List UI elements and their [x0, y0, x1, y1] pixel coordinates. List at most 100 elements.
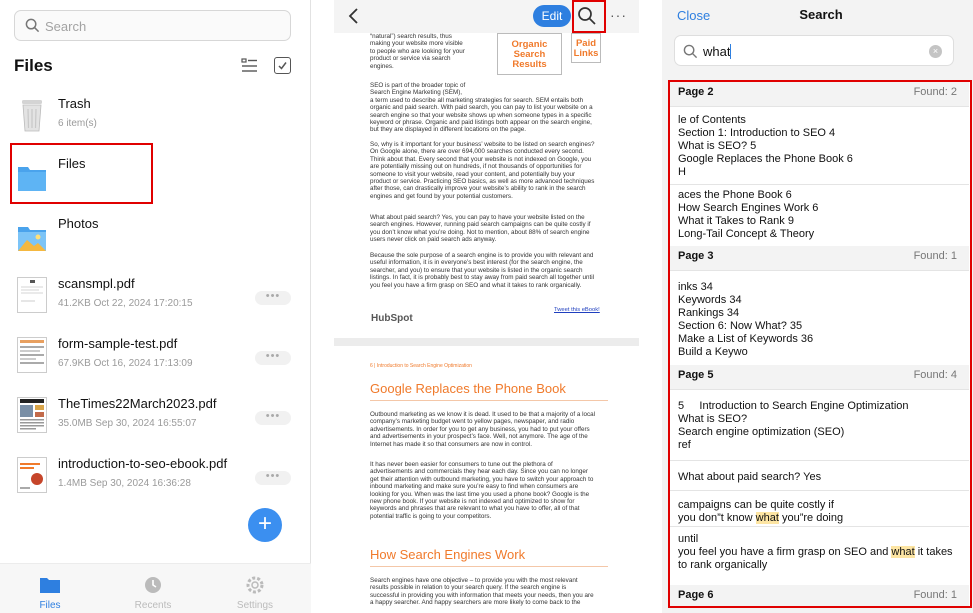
clear-icon[interactable]: ×	[929, 45, 942, 58]
search-icon	[683, 44, 698, 59]
pdf-page-5: “natural”) search results, thus making y…	[334, 33, 639, 338]
page-header: 6 | Introduction to Search Engine Optimi…	[370, 363, 472, 369]
file-name: form-sample-test.pdf	[58, 336, 178, 351]
pdf-thumbnail	[17, 337, 47, 373]
close-button[interactable]: Close	[677, 8, 710, 23]
result-page: Page 6	[678, 589, 714, 601]
file-row-scansmpl[interactable]: scansmpl.pdf 41.2KB Oct 22, 2024 17:20:1…	[0, 267, 311, 327]
divider	[370, 400, 608, 401]
files-panel: Search Files Trash 6 item(s) Files Photo…	[0, 0, 311, 613]
tab-label: Files	[39, 600, 61, 611]
search-icon[interactable]	[577, 6, 597, 26]
search-placeholder: Search	[45, 19, 87, 34]
file-name: Trash	[58, 96, 91, 111]
organic-results-figure: Organic Search Results	[497, 33, 562, 75]
tab-label: Settings	[236, 600, 274, 611]
search-result-item[interactable]: What about paid search? Yes	[670, 460, 969, 490]
page-text: What about paid search? Yes, you can pay…	[370, 214, 591, 244]
photos-folder-icon	[18, 227, 46, 251]
text-caret	[730, 44, 732, 59]
search-hit-highlight: what	[755, 512, 779, 524]
file-row-thetimes[interactable]: TheTimes22March2023.pdf 35.0MB Sep 30, 2…	[0, 387, 311, 447]
file-name: scansmpl.pdf	[58, 276, 135, 291]
clock-icon	[145, 577, 161, 593]
more-options-button[interactable]: •••	[255, 471, 291, 485]
page-text: Search engines have one objective – to p…	[370, 577, 594, 607]
search-query: what	[703, 44, 732, 59]
add-button[interactable]: +	[248, 508, 282, 542]
result-snippet: inks 34 Keywords 34 Rankings 34 Section …	[678, 281, 814, 358]
trash-can-icon	[22, 100, 42, 132]
document-viewer-panel: Edit ··· “natural”) search results, thus…	[334, 0, 639, 613]
paid-links-figure: Paid Links	[571, 33, 601, 63]
page-text: “natural”) search results, thus making y…	[370, 33, 465, 70]
folder-icon	[40, 578, 60, 593]
file-name: Photos	[58, 216, 99, 231]
file-meta: 6 item(s)	[58, 118, 97, 129]
search-hit-highlight: what	[891, 546, 915, 558]
search-result-item[interactable]: 5 Introduction to Search Engine Optimiza…	[670, 389, 969, 460]
result-group-header: Page 3 Found: 1	[670, 246, 969, 270]
file-row-files[interactable]: Files	[0, 147, 311, 207]
pdf-page-6: 6 | Introduction to Search Engine Optimi…	[334, 346, 639, 613]
result-snippet: aces the Phone Book 6 How Search Engines…	[678, 189, 819, 240]
file-meta: 35.0MB Sep 30, 2024 16:55:07	[58, 418, 197, 429]
tweet-link[interactable]: Tweet this eBook!	[554, 307, 600, 313]
bottom-tab-bar: Files Recents Settings	[0, 563, 311, 613]
page-text: Because the sole purpose of a search eng…	[370, 252, 594, 289]
gear-icon	[246, 576, 264, 594]
tab-settings[interactable]: Settings	[205, 564, 305, 613]
file-name: introduction-to-seo-ebook.pdf	[58, 456, 228, 471]
page-text: So, why is it important for your busines…	[370, 141, 595, 200]
newspaper-thumbnail	[17, 397, 47, 433]
viewer-toolbar: Edit ···	[334, 0, 639, 33]
figure-label: Organic Search Results	[511, 39, 548, 70]
result-page: Page 3	[678, 250, 714, 262]
search-result-item[interactable]: campaigns can be quite costly if you don…	[670, 490, 969, 526]
file-row-photos[interactable]: Photos	[0, 207, 311, 267]
file-row-seo-ebook[interactable]: introduction-to-seo-ebook.pdf 1.4MB Sep …	[0, 447, 311, 507]
back-chevron-icon[interactable]	[348, 8, 360, 24]
page-text: It has never been easier for consumers t…	[370, 461, 594, 520]
result-snippet: le of Contents Section 1: Introduction t…	[678, 114, 853, 178]
result-page: Page 5	[678, 369, 714, 381]
file-meta: 1.4MB Sep 30, 2024 16:36:28	[58, 478, 191, 489]
result-snippet: 5 Introduction to Search Engine Optimiza…	[678, 400, 909, 451]
search-result-item[interactable]: le of Contents Section 1: Introduction t…	[670, 106, 969, 184]
result-count: Found: 1	[913, 250, 957, 262]
more-options-button[interactable]: •••	[255, 351, 291, 365]
hubspot-logo: HubSpot	[371, 313, 413, 324]
tab-files[interactable]: Files	[0, 564, 100, 613]
select-checkbox-icon[interactable]	[274, 57, 291, 74]
edit-button[interactable]: Edit	[533, 5, 571, 27]
search-panel: Search Close what × Page 2 Found: 2 le o…	[662, 0, 973, 613]
file-meta: 67.9KB Oct 16, 2024 17:13:09	[58, 358, 193, 369]
file-name: Files	[58, 156, 86, 171]
list-view-icon[interactable]	[241, 57, 258, 74]
search-result-item[interactable]: until you feel you have a firm grasp on …	[670, 526, 969, 583]
result-snippet: campaigns can be quite costly if you don…	[678, 499, 844, 524]
more-options-button[interactable]: •••	[255, 411, 291, 425]
section-heading: How Search Engines Work	[370, 547, 526, 562]
section-heading: Google Replaces the Phone Book	[370, 381, 566, 396]
tab-label: Recents	[134, 600, 172, 611]
pdf-thumbnail	[17, 457, 47, 493]
result-group-header: Page 2 Found: 2	[670, 82, 969, 106]
divider	[370, 566, 608, 567]
page-title: Files	[14, 56, 53, 75]
result-count: Found: 4	[913, 369, 957, 381]
figure-label: Paid Links	[573, 38, 599, 59]
files-search-bar[interactable]: Search	[14, 10, 291, 41]
file-row-trash[interactable]: Trash 6 item(s)	[0, 87, 311, 147]
more-options-button[interactable]: •••	[255, 291, 291, 305]
file-row-form-sample[interactable]: form-sample-test.pdf 67.9KB Oct 16, 2024…	[0, 327, 311, 387]
file-name: TheTimes22March2023.pdf	[58, 396, 217, 411]
tab-recents[interactable]: Recents	[103, 564, 203, 613]
file-meta: 41.2KB Oct 22, 2024 17:20:15	[58, 298, 193, 309]
search-result-item[interactable]: aces the Phone Book 6 How Search Engines…	[670, 184, 969, 246]
result-snippet: until you feel you have a firm grasp on …	[678, 533, 953, 571]
search-input[interactable]: what ×	[674, 35, 954, 66]
more-options-button[interactable]: ···	[610, 7, 627, 23]
page-text: SEO is part of the broader topic of Sear…	[370, 82, 593, 134]
search-result-item[interactable]: inks 34 Keywords 34 Rankings 34 Section …	[670, 270, 969, 358]
